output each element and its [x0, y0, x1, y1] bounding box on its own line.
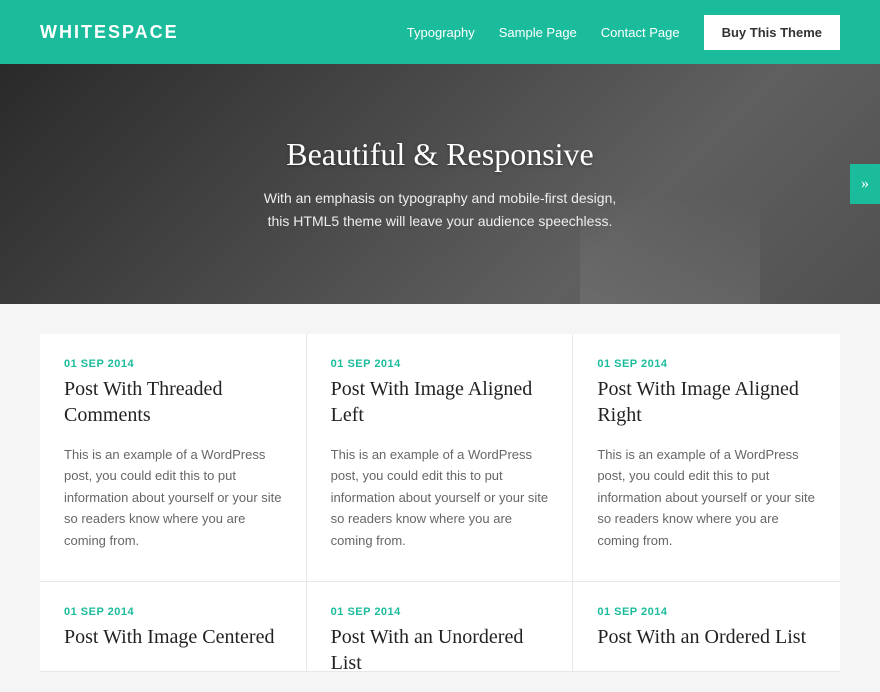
nav-typography[interactable]: Typography [407, 25, 475, 40]
post-date: 01 SEP 2014 [331, 358, 549, 370]
post-card: 01 SEP 2014 Post With Image Aligned Righ… [573, 334, 840, 582]
post-title[interactable]: Post With Threaded Comments [64, 376, 282, 428]
post-excerpt: This is an example of a WordPress post, … [597, 444, 816, 551]
nav-contact-page[interactable]: Contact Page [601, 25, 680, 40]
site-header: WHITESPACE Typography Sample Page Contac… [0, 0, 880, 64]
post-date: 01 SEP 2014 [64, 358, 282, 370]
post-card-bottom: 01 SEP 2014 Post With an Unordered List [307, 582, 574, 672]
post-card-bottom: 01 SEP 2014 Post With an Ordered List [573, 582, 840, 672]
post-title[interactable]: Post With Image Aligned Left [331, 376, 549, 428]
post-excerpt: This is an example of a WordPress post, … [331, 444, 549, 551]
next-arrow-button[interactable]: » [850, 164, 880, 204]
post-card: 01 SEP 2014 Post With Image Aligned Left… [307, 334, 574, 582]
post-excerpt: This is an example of a WordPress post, … [64, 444, 282, 551]
posts-grid: 01 SEP 2014 Post With Threaded Comments … [40, 334, 840, 582]
hero-heading: Beautiful & Responsive [286, 136, 594, 173]
nav-sample-page[interactable]: Sample Page [499, 25, 577, 40]
post-title[interactable]: Post With Image Aligned Right [597, 376, 816, 428]
post-date: 01 SEP 2014 [64, 606, 282, 618]
post-date: 01 SEP 2014 [597, 606, 816, 618]
page-wrapper: WHITESPACE Typography Sample Page Contac… [0, 0, 880, 692]
site-title: WHITESPACE [40, 22, 179, 43]
post-date: 01 SEP 2014 [331, 606, 549, 618]
post-date: 01 SEP 2014 [597, 358, 816, 370]
post-card-bottom: 01 SEP 2014 Post With Image Centered [40, 582, 307, 672]
post-title[interactable]: Post With Image Centered [64, 624, 282, 650]
post-title[interactable]: Post With an Ordered List [597, 624, 816, 650]
posts-grid-bottom: 01 SEP 2014 Post With Image Centered 01 … [40, 582, 840, 672]
main-content: 01 SEP 2014 Post With Threaded Comments … [0, 304, 880, 692]
hero-subheading: With an emphasis on typography and mobil… [264, 187, 617, 232]
buy-theme-button[interactable]: Buy This Theme [704, 15, 840, 50]
post-card: 01 SEP 2014 Post With Threaded Comments … [40, 334, 307, 582]
hero-section: Beautiful & Responsive With an emphasis … [0, 64, 880, 304]
main-nav: Typography Sample Page Contact Page Buy … [407, 15, 840, 50]
post-title[interactable]: Post With an Unordered List [331, 624, 549, 672]
